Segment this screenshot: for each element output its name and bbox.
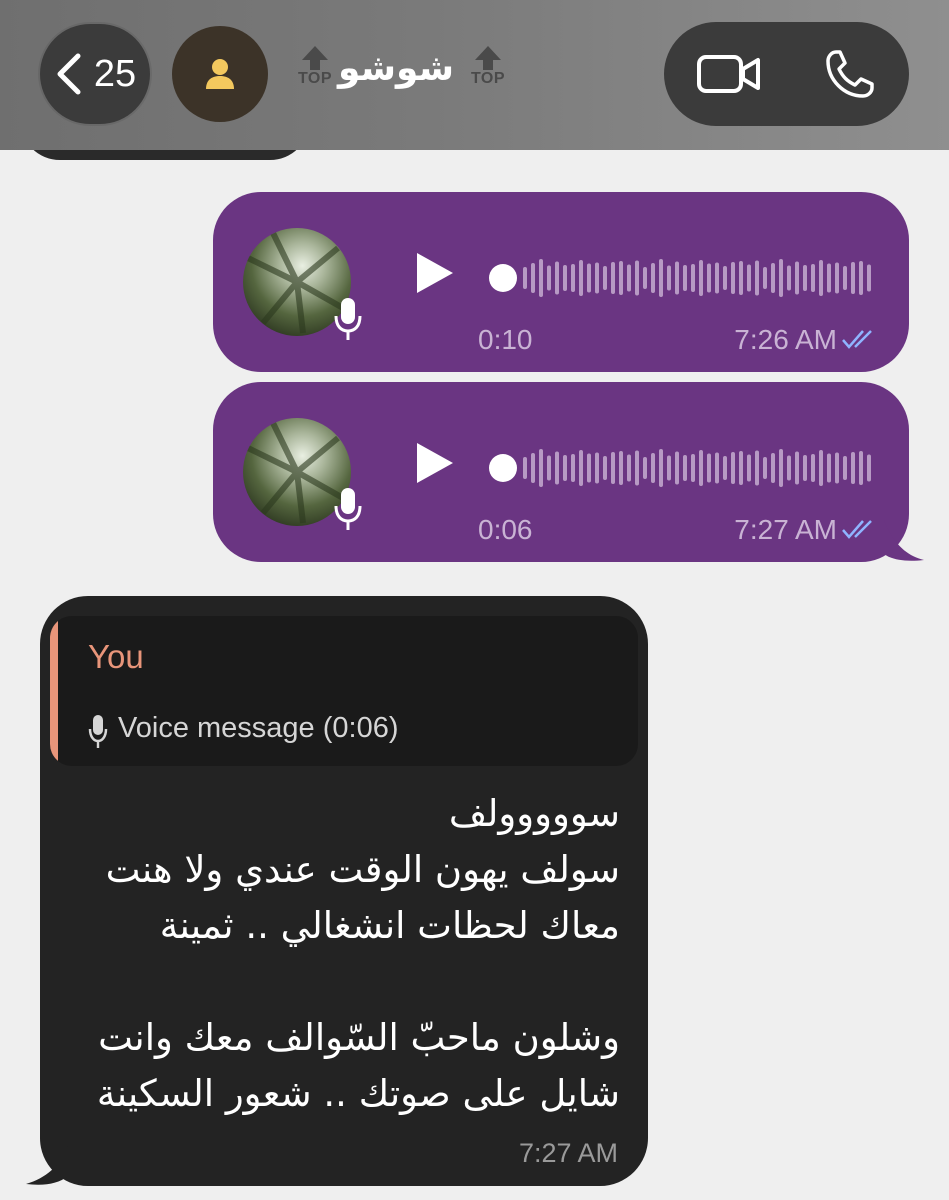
top-marker-left: TOP [297, 46, 333, 96]
incoming-message-bubble[interactable]: You Voice message (0:06) سووووولف سولف ي… [40, 596, 648, 1186]
unread-count: 25 [93, 52, 137, 95]
play-icon[interactable] [413, 440, 455, 486]
microphone-icon [334, 488, 362, 530]
contact-avatar[interactable] [172, 26, 268, 122]
bubble-tail [884, 520, 924, 561]
voice-duration: 0:06 [478, 514, 533, 545]
video-call-icon[interactable] [696, 52, 762, 96]
chevron-left-icon [57, 53, 81, 95]
reply-quote[interactable]: You Voice message (0:06) [50, 616, 638, 766]
voice-duration: 0:10 [478, 324, 533, 355]
top-label: TOP [470, 70, 506, 87]
voice-message-bubble[interactable]: 0:06 7:27 AM [213, 382, 909, 562]
read-ticks-icon [842, 520, 872, 539]
play-icon[interactable] [413, 250, 455, 296]
message-time: 7:27 AM [518, 1138, 618, 1168]
call-actions [664, 22, 909, 126]
bubble-tail [26, 1146, 68, 1185]
reply-preview: Voice message (0:06) [118, 712, 399, 744]
person-icon [206, 59, 234, 89]
reply-accent-bar [50, 616, 58, 766]
microphone-icon [88, 715, 108, 748]
waveform[interactable] [489, 448, 879, 488]
top-label: TOP [297, 70, 333, 87]
voice-message-bubble[interactable]: 0:10 7:26 AM [213, 192, 909, 372]
back-button[interactable]: 25 [40, 24, 150, 124]
up-arrow-icon [475, 46, 501, 60]
read-ticks-icon [842, 330, 872, 349]
reply-author: You [88, 638, 144, 675]
message-text: سووووولف سولف يهون الوقت عندي ولا هنت مع… [96, 792, 620, 1115]
contact-name[interactable]: شوشو [338, 48, 454, 98]
message-time: 7:27 AM [734, 514, 837, 545]
message-time: 7:26 AM [734, 324, 837, 355]
top-marker-right: TOP [470, 46, 506, 96]
chat-header: 25 TOP شوشو TOP [0, 0, 949, 150]
up-arrow-icon [302, 46, 328, 60]
phone-icon[interactable] [824, 48, 876, 100]
microphone-icon [334, 298, 362, 340]
waveform[interactable] [489, 258, 879, 298]
